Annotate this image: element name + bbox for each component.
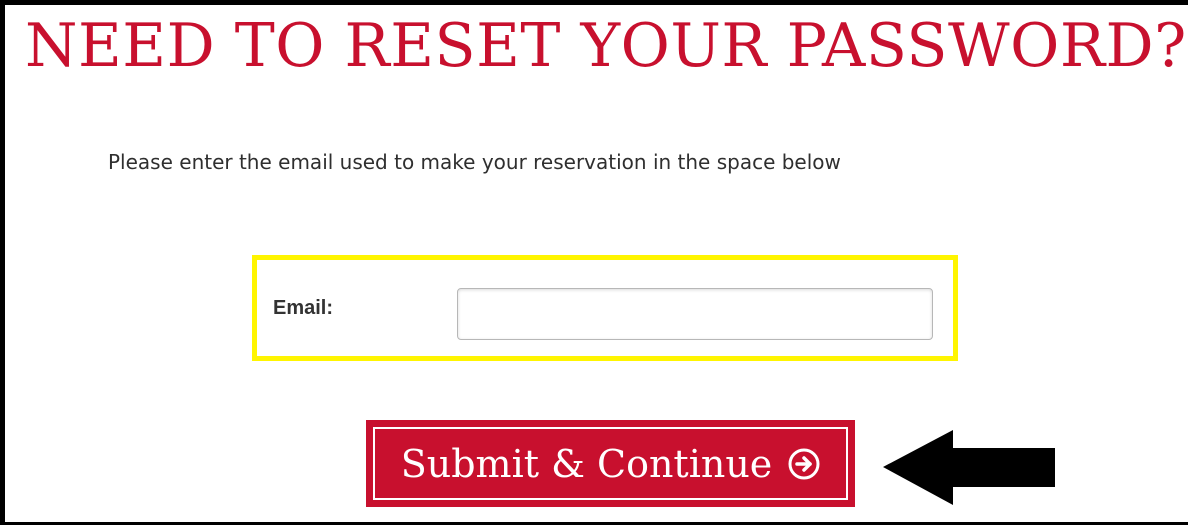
email-highlight-box: Email: (252, 255, 958, 361)
submit-continue-button[interactable]: Submit & Continue (366, 420, 855, 507)
submit-button-inner: Submit & Continue (373, 427, 848, 500)
arrow-left-icon (883, 430, 1055, 505)
submit-button-label: Submit & Continue (400, 441, 773, 486)
page-title: NEED TO RESET YOUR PASSWORD? (25, 11, 1187, 81)
email-label: Email: (273, 297, 334, 319)
instruction-text: Please enter the email used to make your… (108, 150, 841, 174)
arrow-circle-right-icon (788, 448, 820, 479)
page-frame: NEED TO RESET YOUR PASSWORD? Please ente… (0, 0, 1188, 525)
email-input[interactable] (457, 288, 933, 340)
